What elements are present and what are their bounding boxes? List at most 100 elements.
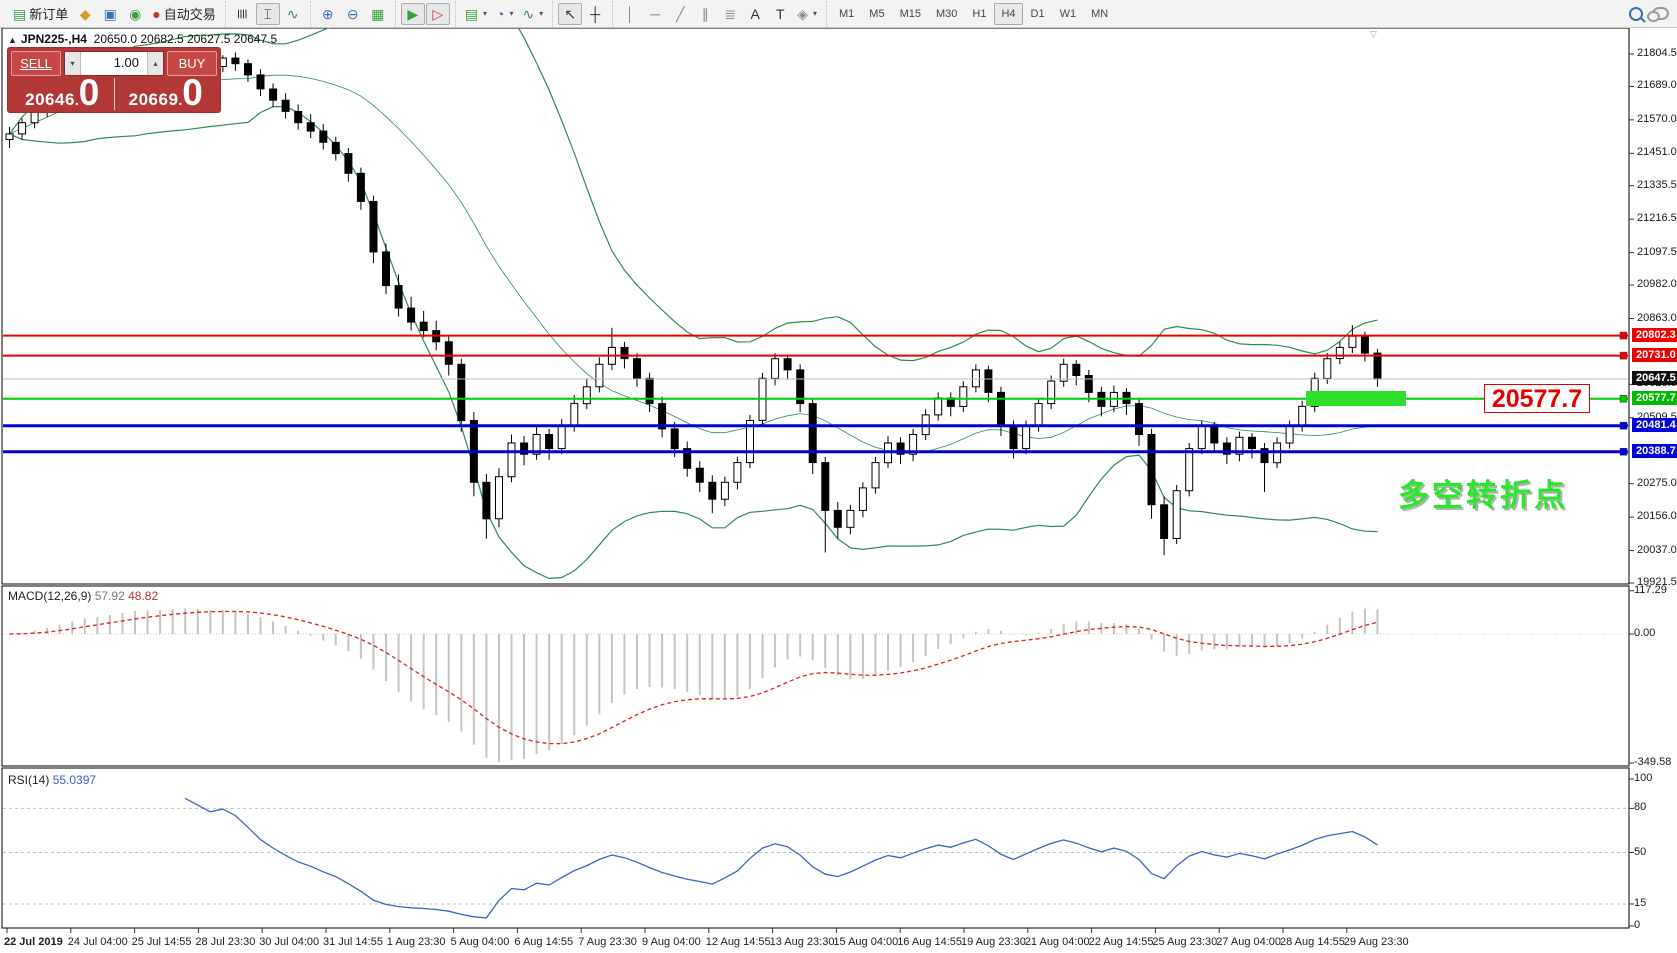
- time-tick-label: 6 Aug 14:55: [514, 936, 573, 948]
- price-line-handle[interactable]: [1620, 422, 1627, 429]
- zoom-out-button[interactable]: ⊖: [341, 3, 365, 25]
- candle: [282, 100, 289, 111]
- new-chart-dropdown-icon[interactable]: ▾: [483, 9, 487, 18]
- text-button[interactable]: A: [743, 3, 767, 25]
- market-seal-button[interactable]: ◆: [73, 3, 97, 25]
- bar-chart-icon: ≣: [236, 8, 250, 20]
- fibonacci-icon: ≣: [724, 7, 736, 21]
- signals-button[interactable]: ◉: [123, 3, 147, 25]
- candle: [998, 392, 1005, 426]
- timeframe-group: M1M5M15M30H1H4D1W1MN: [826, 1, 1115, 27]
- search-icon: [1629, 7, 1643, 21]
- equidistant-channel-button[interactable]: ∥: [693, 3, 717, 25]
- text-label-button[interactable]: T: [768, 3, 792, 25]
- chart-shift-marker-icon[interactable]: ▽: [1370, 29, 1377, 40]
- candle: [1186, 449, 1193, 491]
- price-line-handle[interactable]: [1620, 448, 1627, 455]
- price-tick-label: 20275.0: [1637, 477, 1677, 489]
- new-chart-button[interactable]: ▤▾: [461, 3, 491, 25]
- candle: [1211, 426, 1218, 443]
- auto-scroll-button[interactable]: ▶: [401, 3, 425, 25]
- price-line-handle[interactable]: [1620, 352, 1627, 359]
- candle: [1299, 406, 1306, 426]
- timeframe-m15[interactable]: M15: [893, 3, 928, 25]
- vertical-line-button[interactable]: │: [618, 3, 642, 25]
- timeframe-h1[interactable]: H1: [965, 3, 993, 25]
- trendline-button[interactable]: ╱: [668, 3, 692, 25]
- timeframe-h4[interactable]: H4: [994, 3, 1022, 25]
- chart-shift-icon: ▷: [432, 7, 443, 21]
- timeframe-d1[interactable]: D1: [1024, 3, 1052, 25]
- candle: [508, 443, 515, 477]
- indicators-dropdown-icon[interactable]: ▾: [539, 9, 543, 18]
- text-icon: A: [751, 7, 760, 21]
- tile-windows-button[interactable]: ▦: [366, 3, 390, 25]
- horizontal-line-button[interactable]: ─: [643, 3, 667, 25]
- candle: [332, 142, 339, 153]
- candle: [721, 482, 728, 499]
- period-clock-icon: ◔: [496, 7, 504, 21]
- arrow-tools-dropdown-icon[interactable]: ▾: [813, 9, 817, 18]
- candle: [307, 123, 314, 131]
- candle: [420, 322, 427, 330]
- horizontal-line-icon: ─: [650, 7, 660, 21]
- timeframe-mn[interactable]: MN: [1084, 3, 1115, 25]
- fibonacci-button[interactable]: ≣: [718, 3, 742, 25]
- period-clock-dropdown-icon[interactable]: ▾: [509, 9, 513, 18]
- price-tick-label: 20982.0: [1637, 278, 1677, 290]
- price-line-handle[interactable]: [1620, 332, 1627, 339]
- candle: [1035, 404, 1042, 427]
- arrow-tools-button[interactable]: ◈▾: [793, 3, 821, 25]
- turning-point-annotation[interactable]: 多空转折点: [1398, 470, 1568, 515]
- chart-symbol: JPN225-,H4: [21, 32, 87, 46]
- autotrading-button[interactable]: ●自动交易: [148, 3, 219, 25]
- time-tick-label: 15 Aug 04:00: [833, 936, 898, 948]
- volume-increase-button[interactable]: ▴: [147, 52, 163, 75]
- price-line-handle[interactable]: [1620, 395, 1627, 402]
- sell-button[interactable]: SELL: [11, 51, 61, 76]
- highlight-rectangle[interactable]: [1306, 391, 1406, 406]
- toolbar-group: ↖┼: [552, 1, 607, 27]
- price-tick-label: 20863.0: [1637, 312, 1677, 324]
- chart-shift-button[interactable]: ▷: [426, 3, 450, 25]
- toolbar-group: ⊕ ⊖ ▦: [310, 1, 390, 27]
- candle: [1173, 491, 1180, 539]
- time-tick-label: 1 Aug 23:30: [387, 936, 446, 948]
- bar-chart-button[interactable]: ≣: [231, 3, 255, 25]
- time-tick-label: 16 Aug 14:55: [897, 936, 962, 948]
- zoom-in-button[interactable]: ⊕: [316, 3, 340, 25]
- line-chart-button[interactable]: ∿: [281, 3, 305, 25]
- timeframe-m1[interactable]: M1: [832, 3, 861, 25]
- time-tick-label: 22 Jul 2019: [4, 936, 63, 948]
- time-tick-label: 13 Aug 23:30: [770, 936, 835, 948]
- macd-tick-label: -349.58: [1634, 756, 1671, 768]
- new-order-button[interactable]: ▤新订单: [9, 3, 72, 25]
- price-callout-box[interactable]: 20577.7: [1484, 384, 1590, 413]
- sell-price[interactable]: 20646.0: [11, 79, 114, 110]
- candle: [709, 482, 716, 499]
- chat-button[interactable]: [1648, 3, 1673, 25]
- macd-pane[interactable]: [2, 586, 1629, 766]
- search-button[interactable]: [1624, 3, 1648, 25]
- chart-menu-icon[interactable]: ▲: [8, 35, 17, 45]
- candlestick-chart-button[interactable]: ⌶: [256, 3, 280, 25]
- zoom-out-icon: ⊖: [347, 7, 359, 21]
- main-pane[interactable]: [2, 28, 1629, 584]
- buy-price[interactable]: 20669.0: [115, 79, 218, 110]
- timeframe-w1[interactable]: W1: [1053, 3, 1084, 25]
- indicators-button[interactable]: ∿▾: [518, 3, 547, 25]
- chart-title: ▲JPN225-,H4 20650.0 20682.5 20627.5 2064…: [8, 32, 277, 46]
- period-clock-button[interactable]: ◔▾: [492, 3, 517, 25]
- toolbar-group: │─╱∥≣AT◈▾: [612, 1, 821, 27]
- candle: [734, 463, 741, 483]
- account-button[interactable]: ▣: [98, 3, 122, 25]
- time-tick-label: 25 Jul 14:55: [132, 936, 192, 948]
- timeframe-m5[interactable]: M5: [862, 3, 891, 25]
- rsi-tick-label: 80: [1634, 801, 1646, 813]
- arrow-tools-icon: ◈: [797, 7, 808, 21]
- cursor-button[interactable]: ↖: [558, 3, 582, 25]
- crosshair-button[interactable]: ┼: [583, 3, 607, 25]
- timeframe-m30[interactable]: M30: [929, 3, 964, 25]
- candle: [1085, 376, 1092, 393]
- price-line-label: 20802.3: [1632, 328, 1677, 342]
